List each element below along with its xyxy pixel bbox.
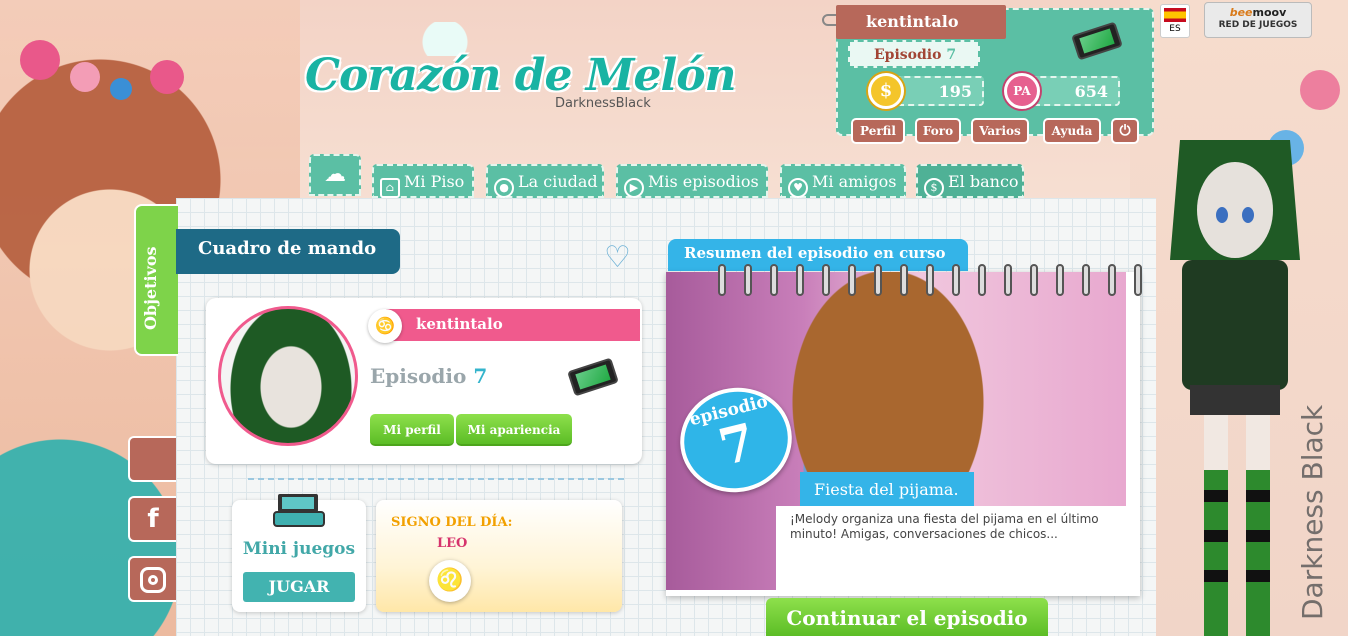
flower-decoration	[150, 60, 184, 94]
notebook-ring	[744, 264, 752, 296]
profile-episode-number: 7	[473, 364, 488, 388]
spain-flag-icon	[1164, 8, 1186, 22]
home-cloud-icon: ☁	[324, 162, 346, 187]
facebook-icon[interactable]: f	[128, 496, 176, 542]
pa-value: 654	[1074, 82, 1108, 101]
help-button[interactable]: Ayuda	[1043, 118, 1101, 144]
episode-number: 7	[946, 47, 957, 63]
coins-value: 195	[938, 82, 972, 101]
profile-episode-label: Episodio	[370, 364, 467, 388]
instagram-icon	[140, 566, 166, 593]
avatar[interactable]	[218, 306, 358, 446]
dollar-icon: $	[924, 178, 944, 198]
logo-title: Corazón de Melón	[305, 50, 737, 101]
episode-description: ¡Melody organiza una fiesta del pijama e…	[790, 512, 1099, 541]
notebook-ring	[1134, 264, 1142, 296]
flower-decoration	[110, 78, 132, 100]
tab-label: Mis episodios	[648, 172, 759, 191]
leo-zodiac-icon[interactable]: ♌	[429, 560, 471, 602]
tab-mi-amigos[interactable]: ♥ Mi amigos	[780, 164, 906, 198]
notebook-ring	[718, 264, 726, 296]
notebook-ring	[1056, 264, 1064, 296]
my-profile-button[interactable]: Mi perfil	[370, 414, 454, 446]
tab-label: La ciudad	[518, 172, 598, 191]
tab-label: Mi amigos	[812, 172, 897, 191]
pa-points-icon[interactable]: PA	[1004, 73, 1040, 109]
house-icon: ⌂	[380, 178, 400, 198]
tab-mi-piso[interactable]: ⌂ Mi Piso	[372, 164, 474, 198]
handheld-console-icon	[273, 494, 325, 527]
notebook-ring	[770, 264, 778, 296]
flower-decoration	[70, 62, 100, 92]
tab-la-ciudad[interactable]: ● La ciudad	[486, 164, 604, 198]
flower-decoration	[20, 40, 60, 80]
beemoov-logo: beemoov	[1229, 6, 1287, 19]
sign-title: SIGNO DEL DÍA:	[391, 515, 513, 530]
game-logo[interactable]: Corazón de Melón DarknessBlack	[305, 22, 737, 122]
profile-name: kentintalo	[386, 309, 640, 341]
notebook-ring	[1030, 264, 1038, 296]
right-character-art	[1170, 140, 1300, 636]
notebook-ring	[1004, 264, 1012, 296]
current-episode-tag[interactable]: Episodio 7	[848, 40, 980, 68]
social-button-blank[interactable]	[128, 436, 176, 482]
notebook-ring	[900, 264, 908, 296]
beemoov-link[interactable]: beemoov RED DE JUEGOS	[1204, 2, 1312, 38]
location-pin-icon: ●	[494, 178, 514, 198]
play-icon: ▶	[624, 178, 644, 198]
tab-label: Mi Piso	[404, 172, 465, 191]
coin-icon[interactable]: $	[868, 73, 904, 109]
tab-label: El banco	[948, 172, 1019, 191]
home-tab[interactable]: ☁	[309, 154, 361, 196]
notebook-ring	[1082, 264, 1090, 296]
continue-episode-button[interactable]: Continuar el episodio	[766, 598, 1048, 636]
notebook-ring	[978, 264, 986, 296]
sign-name: LEO	[437, 536, 468, 551]
logo-subtitle: DarknessBlack	[555, 96, 651, 111]
divider	[248, 478, 624, 480]
episode-summary-title: Resumen del episodio en curso	[668, 239, 968, 271]
artist-watermark: Darkness Black	[1296, 404, 1329, 620]
tab-el-banco[interactable]: $ El banco	[916, 164, 1024, 198]
notebook-ring	[952, 264, 960, 296]
forum-button[interactable]: Foro	[915, 118, 961, 144]
profile-episode: Episodio 7	[370, 364, 487, 388]
tab-mis-episodios[interactable]: ▶ Mis episodios	[616, 164, 768, 198]
notebook-ring	[848, 264, 856, 296]
heart-icon: ♥	[788, 178, 808, 198]
misc-button[interactable]: Varios	[971, 118, 1029, 144]
play-button[interactable]: JUGAR	[243, 572, 355, 602]
cancer-zodiac-icon: ♋	[368, 309, 402, 343]
my-appearance-button[interactable]: Mi apariencia	[456, 414, 572, 446]
notebook-ring	[796, 264, 804, 296]
profile-menu-button[interactable]: Perfil	[851, 118, 905, 144]
notebook-ring	[874, 264, 882, 296]
notebook-ring	[926, 264, 934, 296]
minigames-title: Mini juegos	[242, 539, 356, 559]
objectives-label: Objetivos	[141, 246, 160, 330]
language-selector[interactable]: ES	[1160, 4, 1190, 38]
heart-doodle-icon: ♡	[604, 240, 631, 275]
language-code: ES	[1169, 24, 1181, 34]
user-name[interactable]: kentintalo	[836, 5, 1006, 39]
beemoov-caption: RED DE JUEGOS	[1218, 20, 1298, 30]
episode-label: Episodio	[874, 47, 942, 63]
notebook-ring	[1108, 264, 1116, 296]
notebook-ring	[822, 264, 830, 296]
flower-decoration	[1300, 70, 1340, 110]
dashboard-title: Cuadro de mando	[176, 229, 400, 274]
episode-name: Fiesta del pijama.	[800, 472, 974, 506]
power-logout-icon[interactable]: ⏻	[1111, 118, 1139, 144]
instagram-button[interactable]	[128, 556, 176, 602]
